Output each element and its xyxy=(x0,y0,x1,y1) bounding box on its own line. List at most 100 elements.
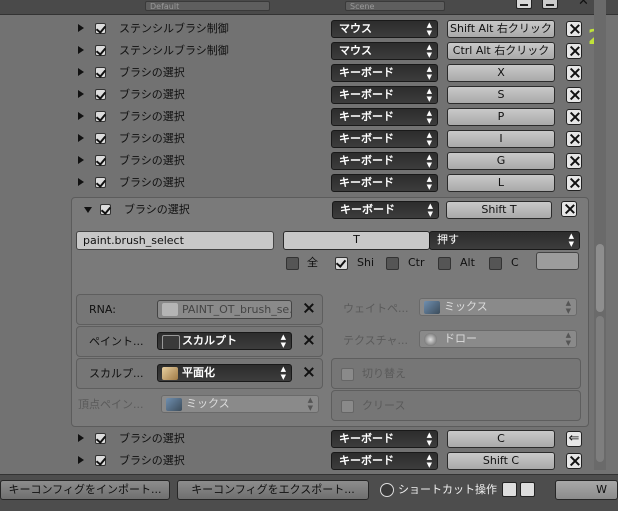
restore-item-icon[interactable]: ⇐ xyxy=(566,431,582,447)
expand-arrow-icon[interactable] xyxy=(78,134,84,142)
screen-layout-field[interactable]: Default xyxy=(145,1,270,11)
any-modifier-checkbox[interactable] xyxy=(286,257,299,270)
sculpt-tool-box: スカルプ... 平面化 ▲ ▼ xyxy=(76,358,323,389)
expand-arrow-icon[interactable] xyxy=(78,112,84,120)
input-type-dropdown[interactable]: キーボード ▲ ▼ xyxy=(331,452,438,470)
copy-icon[interactable] xyxy=(520,482,535,497)
expand-arrow-icon[interactable] xyxy=(78,434,84,442)
active-checkbox[interactable] xyxy=(95,89,106,100)
shortcut-label: ショートカット操作 xyxy=(398,483,497,496)
key-field[interactable]: Shift C xyxy=(447,452,555,470)
collapse-arrow-icon[interactable] xyxy=(84,207,92,213)
input-type-dropdown[interactable]: キーボード ▲ ▼ xyxy=(331,174,438,192)
keymap-row: ブラシの選択 キーボード ▲ ▼ P xyxy=(0,106,600,128)
active-checkbox[interactable] xyxy=(95,111,106,122)
expand-arrow-icon[interactable] xyxy=(78,456,84,464)
expand-arrow-icon[interactable] xyxy=(78,46,84,54)
active-checkbox[interactable] xyxy=(95,455,106,466)
active-checkbox[interactable] xyxy=(100,204,111,215)
key-field[interactable]: G xyxy=(447,152,555,170)
scrollbar[interactable] xyxy=(594,0,606,470)
arrows-icon[interactable] xyxy=(502,482,517,497)
input-type-dropdown[interactable]: キーボード ▲ ▼ xyxy=(331,64,438,82)
rna-field[interactable]: PAINT_OT_brush_se... xyxy=(157,300,292,319)
key-field[interactable]: Ctrl Alt 右クリック xyxy=(447,42,555,60)
maximize-icon[interactable] xyxy=(542,0,558,9)
input-type-dropdown[interactable]: キーボード ▲ ▼ xyxy=(331,130,438,148)
key-modifier-field[interactable] xyxy=(536,252,579,270)
remove-item-icon[interactable] xyxy=(566,21,582,37)
remove-item-icon[interactable] xyxy=(566,87,582,103)
remove-item-icon[interactable] xyxy=(566,131,582,147)
paint-mode-dropdown[interactable]: スカルプト ▲ ▼ xyxy=(157,332,292,350)
key-field[interactable]: X xyxy=(447,64,555,82)
ctrl-modifier-label: Ctr xyxy=(408,256,425,269)
key-field[interactable]: I xyxy=(447,130,555,148)
operator-id-input[interactable]: paint.brush_select xyxy=(76,231,274,250)
import-keyconfig-button[interactable]: キーコンフィグをインポート... xyxy=(0,480,170,500)
input-type-dropdown[interactable]: キーボード ▲ ▼ xyxy=(331,152,438,170)
clear-icon[interactable] xyxy=(301,365,317,381)
event-value-dropdown[interactable]: 押す ▲ ▼ xyxy=(429,231,580,250)
expand-arrow-icon[interactable] xyxy=(78,90,84,98)
mix-brush-icon xyxy=(166,398,182,411)
active-checkbox[interactable] xyxy=(95,67,106,78)
keymap-row: ブラシの選択 キーボード ▲ ▼ I xyxy=(0,128,600,150)
clear-icon[interactable] xyxy=(301,333,317,349)
export-keyconfig-button[interactable]: キーコンフィグをエクスポート... xyxy=(177,480,369,500)
remove-item-icon[interactable] xyxy=(566,65,582,81)
key-field[interactable]: C xyxy=(447,430,555,448)
any-modifier-label: 全 xyxy=(307,256,318,269)
weight-paint-dropdown[interactable]: ミックス ▲ ▼ xyxy=(419,298,577,316)
crease-checkbox[interactable] xyxy=(341,400,354,413)
vertex-paint-dropdown[interactable]: ミックス ▲ ▼ xyxy=(161,395,319,413)
expand-arrow-icon[interactable] xyxy=(78,68,84,76)
scene-field[interactable]: Scene xyxy=(345,1,445,11)
input-type-dropdown[interactable]: マウス ▲ ▼ xyxy=(331,20,438,38)
unlink-icon[interactable] xyxy=(301,301,317,317)
shift-modifier-label: Shi xyxy=(357,256,375,269)
search-field[interactable]: W xyxy=(555,480,618,500)
texture-paint-dropdown[interactable]: ドロー ▲ ▼ xyxy=(419,330,577,348)
keymap-row: ブラシの選択 キーボード ▲ ▼ Shift C xyxy=(0,450,600,472)
input-type-dropdown[interactable]: キーボード ▲ ▼ xyxy=(331,430,438,448)
toggle-checkbox[interactable] xyxy=(341,368,354,381)
close-window-icon[interactable]: ✕ xyxy=(578,0,589,9)
alt-modifier-checkbox[interactable] xyxy=(438,257,451,270)
remove-item-icon[interactable] xyxy=(566,453,582,469)
sculpt-tool-dropdown[interactable]: 平面化 ▲ ▼ xyxy=(157,364,292,382)
input-type-dropdown[interactable]: キーボード ▲ ▼ xyxy=(331,108,438,126)
ctrl-modifier-checkbox[interactable] xyxy=(386,257,399,270)
paint-mode-box: ペイント... スカルプト ▲ ▼ xyxy=(76,326,323,357)
input-type-dropdown[interactable]: キーボード ▲ ▼ xyxy=(332,201,439,219)
event-key-field[interactable]: T xyxy=(283,231,430,250)
active-checkbox[interactable] xyxy=(95,133,106,144)
scrollbar-thumb[interactable] xyxy=(596,244,604,312)
remove-item-icon[interactable] xyxy=(566,153,582,169)
input-type-dropdown[interactable]: キーボード ▲ ▼ xyxy=(331,86,438,104)
active-checkbox[interactable] xyxy=(95,45,106,56)
key-field[interactable]: S xyxy=(447,86,555,104)
input-type-dropdown[interactable]: マウス ▲ ▼ xyxy=(331,42,438,60)
remove-item-icon[interactable] xyxy=(561,201,577,217)
active-checkbox[interactable] xyxy=(95,433,106,444)
key-field[interactable]: Shift T xyxy=(446,201,552,219)
expand-arrow-icon[interactable] xyxy=(78,24,84,32)
remove-item-icon[interactable] xyxy=(566,109,582,125)
expand-arrow-icon[interactable] xyxy=(78,178,84,186)
operator-name: ブラシの選択 xyxy=(119,132,185,145)
minimize-icon[interactable] xyxy=(516,0,532,9)
rna-label: RNA: xyxy=(89,303,116,316)
key-field[interactable]: P xyxy=(447,108,555,126)
remove-item-icon[interactable] xyxy=(566,175,582,191)
remove-item-icon[interactable] xyxy=(566,43,582,59)
shift-modifier-checkbox[interactable] xyxy=(335,257,348,270)
active-checkbox[interactable] xyxy=(95,23,106,34)
key-field[interactable]: Shift Alt 右クリック xyxy=(447,20,555,38)
operator-name: ブラシの選択 xyxy=(119,110,185,123)
active-checkbox[interactable] xyxy=(95,177,106,188)
key-field[interactable]: L xyxy=(447,174,555,192)
cmd-modifier-checkbox[interactable] xyxy=(489,257,502,270)
expand-arrow-icon[interactable] xyxy=(78,156,84,164)
active-checkbox[interactable] xyxy=(95,155,106,166)
